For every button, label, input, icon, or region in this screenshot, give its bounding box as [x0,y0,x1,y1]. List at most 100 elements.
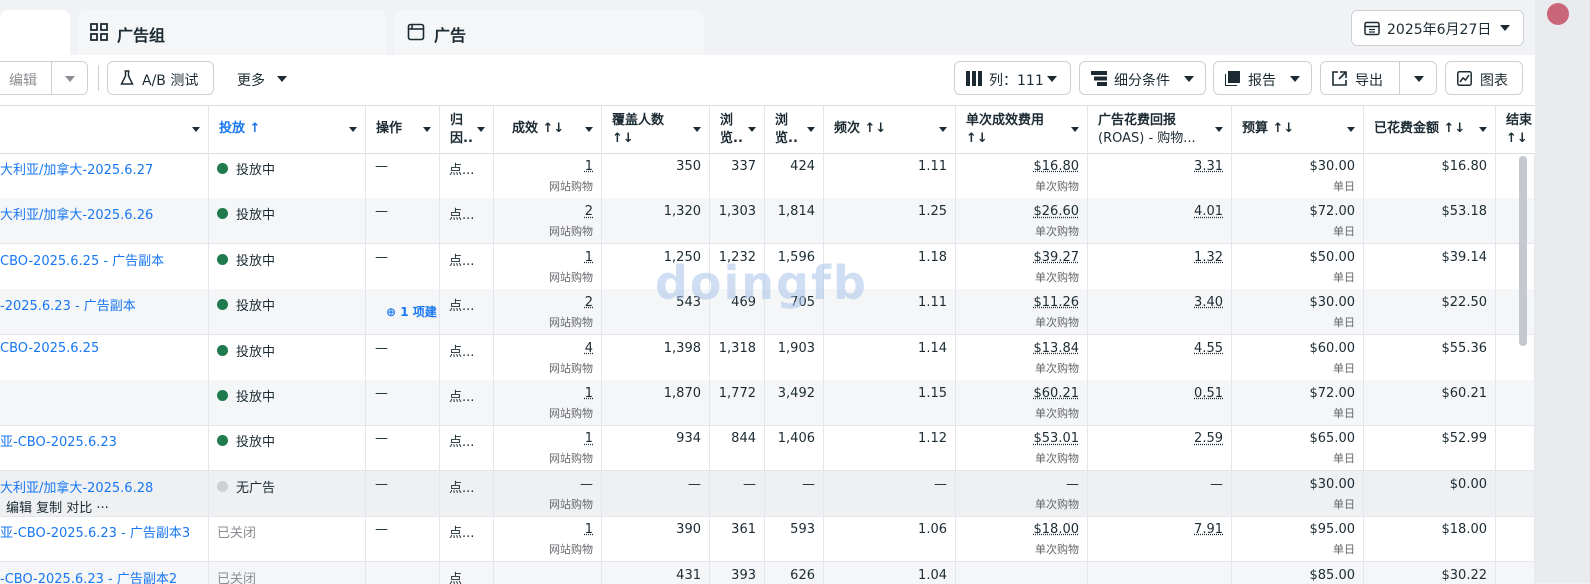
cell-name: -CBO-2025.6.23 - 广告副本2 [0,561,209,584]
tab-ads[interactable]: 广告 [395,10,704,55]
value-roas[interactable]: 0.51 [1194,386,1223,401]
table-row[interactable]: 大利亚/加拿大-2025.6.28 编辑 复制 对比 ··· 无广告 — 点... — 网站… [0,470,1535,517]
value-reach: — [688,476,701,492]
value-cpr[interactable]: $18.00 [1034,522,1080,537]
cell-b1: 844 [710,425,765,471]
value-results[interactable]: 4 [585,341,593,356]
value-reach: 350 [676,159,701,174]
cell-action: — [366,198,440,244]
value-roas[interactable]: 1.32 [1194,250,1223,265]
value-cpr[interactable]: $26.60 [1034,204,1080,219]
row-actions[interactable]: 编辑 复制 对比 ··· [6,497,109,516]
header-delivery[interactable]: 投放 ↑ [209,106,366,153]
header-browse-1[interactable]: 浏 览.. [710,106,765,153]
more-label: 更多 [237,73,265,89]
header-budget[interactable]: 预算 ↑↓ [1232,106,1364,153]
header-amount-spent[interactable]: 已花费金额 ↑↓ [1364,106,1496,153]
extension-icon[interactable] [1547,3,1569,25]
value-roas[interactable]: 4.01 [1194,204,1223,219]
date-range-picker[interactable]: 2025年6月27日 [1351,10,1524,46]
table-row[interactable]: CBO-2025.6.25 投放中 — 点... 4 网站购物 1,398 1,318 1,90… [0,334,1535,381]
chart-button[interactable]: 图表 [1445,61,1523,95]
cell-spent: $16.80 [1364,153,1496,198]
delivery-status: 无广告 [236,480,276,496]
cell-freq: — [824,470,956,516]
value-b1: 1,772 [718,386,756,401]
value-roas[interactable]: 3.31 [1194,159,1223,174]
tab-adsets[interactable]: 广告组 [78,10,387,55]
header-action[interactable]: 操作 [366,106,440,153]
ab-test-button[interactable]: A/B 测试 [107,61,214,95]
campaign-name-link[interactable]: -2025.6.23 - 广告副本 [0,295,136,314]
value-results[interactable]: 1 [585,250,593,265]
header-cost-per-result[interactable]: 单次成效费用 ↑↓ [956,106,1088,153]
campaign-name-link[interactable]: 亚-CBO-2025.6.23 - 广告副本3 [0,522,190,541]
value-roas[interactable]: 2.59 [1194,431,1223,446]
value-results[interactable]: 2 [585,295,593,310]
budget-subtitle: 单日 [1333,316,1355,330]
columns-button[interactable]: 列：111 [954,61,1071,95]
chevron-down-icon[interactable] [1414,76,1424,82]
delivery-status: 投放中 [236,208,276,224]
delivery-status: 已关闭 [217,571,257,584]
header-results-label: 成效 ↑↓ [512,121,565,136]
table-row[interactable]: 投放中 — 点... 1 网站购物 1,870 1,772 3,492 1.15 $60.21 单次… [0,380,1535,426]
header-name[interactable] [0,106,209,153]
status-dot-icon [217,480,228,492]
breakdown-icon [1091,71,1107,86]
value-roas[interactable]: 3.40 [1194,295,1223,310]
value-cpr[interactable]: $16.80 [1034,159,1080,174]
header-roas[interactable]: 广告花费回报 (ROAS) - 购物... [1088,106,1232,153]
value-cpr[interactable]: $53.01 [1034,431,1080,446]
value-cpr[interactable]: $60.21 [1034,386,1080,401]
action-value: — [375,204,388,220]
table-row[interactable]: 大利亚/加拿大-2025.6.27 投放中 — 点... 1 网站购物 350 337 424 1… [0,153,1535,199]
edit-button-group[interactable]: 编辑 [0,61,88,95]
campaign-name-link[interactable]: 亚-CBO-2025.6.23 [0,431,117,450]
value-roas[interactable]: 7.91 [1194,522,1223,537]
header-results[interactable]: 成效 ↑↓ [494,106,602,153]
value-b1: 844 [731,431,756,447]
export-button[interactable]: 导出 [1320,61,1437,95]
value-cpr[interactable]: $13.84 [1034,341,1080,356]
value-results[interactable]: 1 [585,522,593,537]
breakdown-button[interactable]: 细分条件 [1079,61,1206,95]
header-frequency[interactable]: 频次 ↑↓ [824,106,956,153]
campaign-name-link[interactable]: 大利亚/加拿大-2025.6.28 [0,477,153,496]
tab-campaigns[interactable] [0,10,70,55]
action-value[interactable]: ⊕ 1 项建 [386,303,437,320]
report-button[interactable]: 报告 [1213,61,1312,95]
cell-budget: $30.00 单日 [1232,470,1364,516]
cell-reach: 390 [602,516,710,562]
value-results[interactable]: 1 [585,159,593,174]
table-row[interactable]: 亚-CBO-2025.6.23 - 广告副本3 已关闭 — 点... 1 网站购物 390 3… [0,516,1535,563]
value-results[interactable]: 2 [585,204,593,219]
cell-b2: 1,814 [765,198,824,244]
value-results[interactable]: 1 [585,431,593,446]
vertical-scrollbar[interactable] [1519,156,1527,346]
header-browse-2[interactable]: 浏 览.. [765,106,824,153]
chevron-down-icon[interactable] [65,76,75,82]
campaign-name-link[interactable]: 大利亚/加拿大-2025.6.27 [0,159,153,178]
campaign-name-link[interactable]: -CBO-2025.6.23 - 广告副本2 [0,568,177,584]
cpr-subtitle: 单次购物 [1035,270,1079,284]
header-attribution[interactable]: 归 因.. [440,106,494,153]
cell-reach: — [602,470,710,516]
campaign-name-link[interactable]: CBO-2025.6.25 - 广告副本 [0,250,164,269]
value-cpr[interactable]: $39.27 [1034,250,1080,265]
header-reach[interactable]: 覆盖人数 ↑↓ [602,106,710,153]
value-freq: 1.14 [918,340,947,356]
header-end[interactable]: 结束 ↑↓ [1496,106,1535,153]
value-cpr[interactable]: $11.26 [1034,295,1080,310]
cell-reach: 431 [602,561,710,584]
table-row[interactable]: 亚-CBO-2025.6.23 投放中 — 点... 1 网站购物 934 844 1,406 1… [0,425,1535,472]
more-button[interactable]: 更多 [226,61,298,95]
value-roas[interactable]: 4.55 [1194,341,1223,356]
cell-attr: 点 [440,561,494,584]
campaign-name-link[interactable]: 大利亚/加拿大-2025.6.26 [0,204,153,223]
table-row[interactable]: -CBO-2025.6.23 - 广告副本2 已关闭 点 431 393 626 1.04 $… [0,561,1535,584]
table-row[interactable]: 大利亚/加拿大-2025.6.26 投放中 — 点... 2 网站购物 1,320 1,303… [0,198,1535,245]
value-results[interactable]: 1 [585,386,593,401]
cell-name: 大利亚/加拿大-2025.6.27 [0,153,209,198]
campaign-name-link[interactable]: CBO-2025.6.25 [0,341,99,356]
